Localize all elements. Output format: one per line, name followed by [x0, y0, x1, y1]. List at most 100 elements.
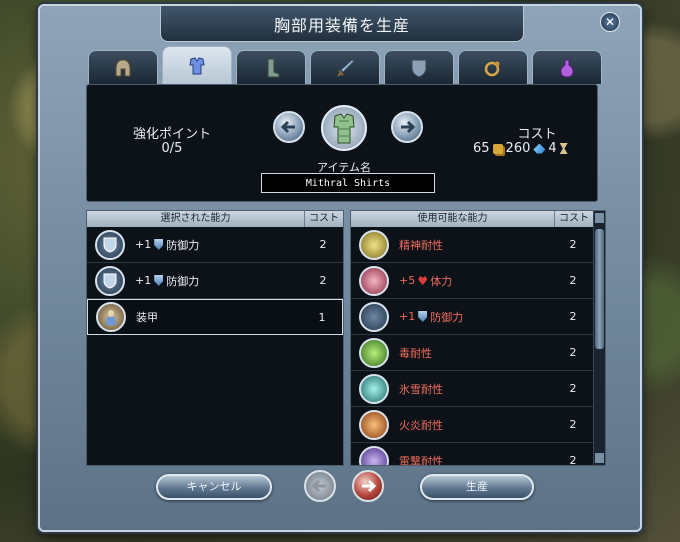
defense-plus-icon	[95, 265, 125, 296]
produce-button[interactable]: 生産	[420, 474, 534, 500]
ability-cost: 2	[569, 382, 577, 395]
frost-resistance-icon	[359, 373, 389, 404]
ability-label: 体力	[430, 274, 453, 288]
cost-values: 65 260 4	[473, 141, 568, 156]
tab-potion[interactable]	[532, 50, 602, 84]
list-item[interactable]: +5 体力 2	[351, 263, 593, 299]
ability-prefix: +5	[399, 274, 416, 287]
tab-accessory[interactable]	[458, 50, 528, 84]
ability-cost: 2	[569, 418, 577, 431]
list-item[interactable]: 氷雪耐性 2	[351, 371, 593, 407]
boots-icon	[267, 58, 280, 77]
ability-label: 防御力	[166, 274, 200, 288]
ability-label: 防御力	[166, 238, 200, 252]
production-dialog: 胸部用装備を生産 ✕ 強化ポイント 0/5 アイテム名 Mithral Shir…	[38, 4, 642, 532]
defense-plus-icon	[95, 229, 125, 260]
available-header-name: 使用可能な能力	[351, 211, 555, 227]
scroll-thumb[interactable]	[595, 229, 604, 349]
fire-resistance-icon	[359, 409, 389, 440]
turn-cost: 4	[548, 141, 557, 156]
next-item-button[interactable]	[391, 111, 423, 143]
scrollbar[interactable]	[593, 211, 605, 465]
helmet-icon	[115, 58, 131, 76]
scroll-up-icon[interactable]	[595, 213, 604, 223]
hourglass-icon	[559, 143, 568, 154]
ability-prefix: +1	[135, 274, 152, 287]
selected-list-header: 選択された能力 コスト	[87, 211, 343, 227]
list-item[interactable]: +1 防御力 2	[87, 227, 343, 263]
tab-weapon[interactable]	[310, 50, 380, 84]
cost-label: コスト	[517, 127, 557, 142]
tab-boots[interactable]	[236, 50, 306, 84]
list-item[interactable]: +1 防御力 2	[351, 299, 593, 335]
enhancement-points-label: 強化ポイント	[132, 127, 211, 142]
undo-button[interactable]	[304, 470, 336, 502]
ability-cost: 2	[569, 274, 577, 287]
mithral-shirt-icon	[333, 113, 355, 144]
armor-icon	[96, 302, 126, 332]
item-summary-panel: 強化ポイント 0/5 アイテム名 コスト 65 260 4	[86, 84, 598, 202]
list-item[interactable]: 火炎耐性 2	[351, 407, 593, 443]
confirm-arrow-button[interactable]	[352, 470, 384, 502]
shock-resistance-icon	[359, 445, 389, 465]
ability-label: 火炎耐性	[399, 418, 443, 432]
tab-helmet[interactable]	[88, 50, 158, 84]
shield-icon	[411, 59, 427, 78]
tab-chest-armor[interactable]	[162, 46, 232, 84]
ability-label: 精神耐性	[399, 238, 443, 252]
list-item[interactable]: 精神耐性 2	[351, 227, 593, 263]
ability-label: 毒耐性	[399, 346, 432, 360]
ability-cost: 2	[569, 238, 577, 251]
poison-resistance-icon	[359, 337, 389, 368]
ability-prefix: +1	[135, 238, 152, 251]
list-item[interactable]: 毒耐性 2	[351, 335, 593, 371]
defense-icon	[154, 239, 164, 250]
forward-arrow-icon	[362, 479, 377, 493]
sword-icon	[337, 58, 355, 77]
selected-header-name: 選択された能力	[87, 211, 305, 227]
list-item[interactable]: +1 防御力 2	[87, 263, 343, 299]
ability-cost: 2	[569, 310, 577, 323]
available-abilities-list: 使用可能な能力 コスト 精神耐性 2 +5 体力 2 +1 防御力 2 毒耐性 …	[350, 210, 606, 466]
item-portrait	[321, 105, 367, 151]
ability-cost: 2	[319, 274, 327, 287]
previous-item-button[interactable]	[273, 111, 305, 143]
available-list-header: 使用可能な能力 コスト	[351, 211, 593, 227]
item-name-input[interactable]	[261, 173, 435, 193]
list-item[interactable]: 装甲 1	[87, 299, 343, 335]
ring-icon	[484, 61, 500, 76]
title-bar: 胸部用装備を生産	[160, 6, 524, 42]
selected-header-cost: コスト	[309, 213, 339, 224]
ability-label: 装甲	[136, 311, 158, 324]
cancel-button[interactable]: キャンセル	[156, 474, 272, 500]
arrow-left-icon	[280, 120, 295, 134]
tab-shield[interactable]	[384, 50, 454, 84]
potion-icon	[560, 59, 574, 78]
crystal-icon	[533, 143, 546, 154]
back-arrow-icon	[311, 479, 326, 493]
dialog-title: 胸部用装備を生産	[273, 15, 410, 35]
heart-icon	[359, 265, 389, 296]
arrow-right-icon	[401, 120, 416, 134]
ability-cost: 2	[569, 454, 577, 466]
scroll-down-icon[interactable]	[595, 453, 604, 463]
crystal-cost: 260	[505, 141, 531, 156]
equipment-tabs	[88, 46, 602, 84]
ability-label: 氷雪耐性	[399, 382, 443, 396]
ability-label: 防御力	[430, 310, 464, 324]
close-icon[interactable]: ✕	[600, 12, 620, 32]
ability-label: 電撃耐性	[399, 454, 443, 466]
available-header-cost: コスト	[559, 213, 589, 224]
ability-prefix: +1	[399, 310, 416, 323]
gold-icon	[492, 143, 503, 154]
mind-resistance-icon	[359, 229, 389, 260]
ability-cost: 2	[569, 346, 577, 359]
defense-icon	[418, 311, 428, 322]
list-item[interactable]: 電撃耐性 2	[351, 443, 593, 466]
defense-plus-icon	[359, 301, 389, 332]
ability-cost: 2	[319, 238, 327, 251]
health-icon	[418, 276, 428, 285]
chest-armor-icon	[189, 56, 205, 74]
defense-icon	[154, 275, 164, 286]
ability-cost: 1	[318, 310, 326, 324]
